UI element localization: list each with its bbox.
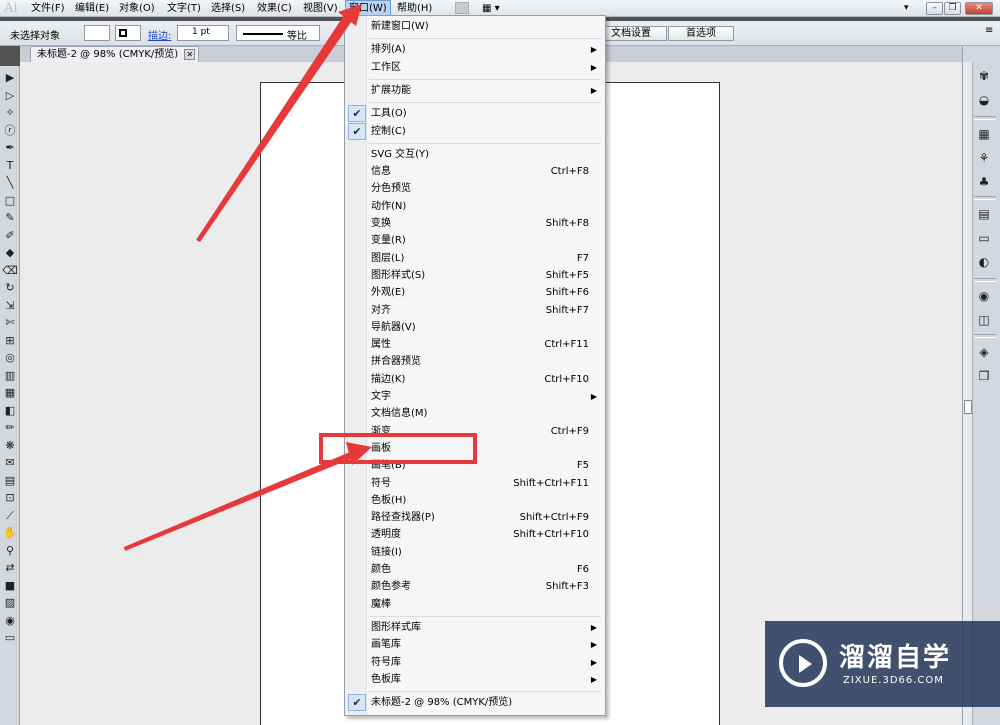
watermark-title: 溜溜自学 xyxy=(839,643,952,673)
watermark-url: ZIXUE.3D66.COM xyxy=(843,675,944,686)
annotation-arrow-top xyxy=(196,9,356,242)
highlight-box-artboard-item xyxy=(319,433,477,464)
play-triangle-icon xyxy=(799,655,812,673)
watermark: 溜溜自学 ZIXUE.3D66.COM xyxy=(765,621,1000,707)
annotation-arrows xyxy=(124,4,372,551)
annotation-arrow-bottom xyxy=(124,452,353,551)
